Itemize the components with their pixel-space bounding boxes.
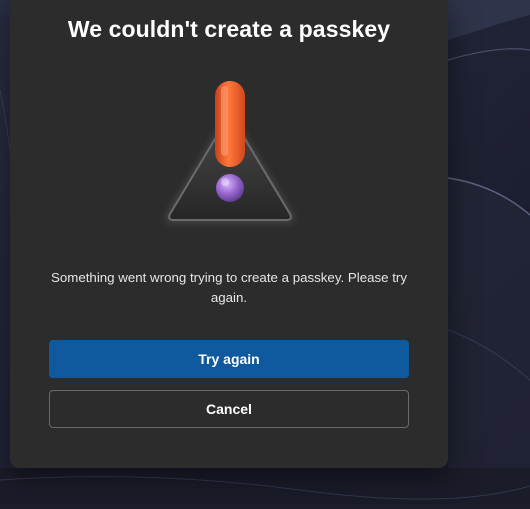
cancel-button[interactable]: Cancel [49, 390, 409, 428]
error-message: Something went wrong trying to create a … [51, 270, 407, 305]
cancel-label: Cancel [206, 401, 252, 417]
try-again-label: Try again [198, 351, 260, 367]
warning-triangle-icon [158, 76, 302, 232]
passkey-error-dialog: We couldn't create a passkey Something w… [10, 0, 448, 468]
dialog-title: We couldn't create a passkey [67, 16, 391, 42]
try-again-button[interactable]: Try again [49, 340, 409, 378]
